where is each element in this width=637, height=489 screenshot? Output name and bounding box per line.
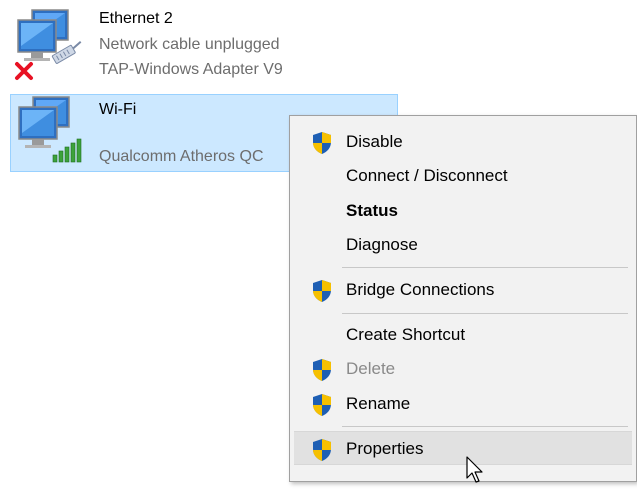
adapter-ethernet-2[interactable]: Ethernet 2 Network cable unplugged TAP-W… [0,0,420,90]
uac-shield-icon [311,358,333,382]
menu-item-label: Diagnose [346,235,418,254]
menu-separator [342,426,628,427]
menu-item-label: Delete [346,359,396,378]
menu-item-label: Bridge Connections [346,280,495,299]
uac-shield-icon [311,393,333,417]
red-x-icon [13,60,35,82]
menu-item-status[interactable]: Status [294,194,632,228]
menu-item-bridge-connections[interactable]: Bridge Connections [294,273,632,307]
menu-item-connect-disconnect[interactable]: Connect / Disconnect [294,159,632,193]
menu-item-label: Disable [346,132,403,151]
adapter-device: TAP-Windows Adapter V9 [99,61,283,78]
mouse-pointer-icon [466,456,486,484]
context-menu: Disable Connect / Disconnect Status Diag… [289,115,637,482]
adapter-status: Network cable unplugged [99,36,280,53]
menu-item-disable[interactable]: Disable [294,125,632,159]
menu-item-create-shortcut[interactable]: Create Shortcut [294,318,632,352]
menu-item-diagnose[interactable]: Diagnose [294,228,632,262]
adapter-device: Qualcomm Atheros QC [99,148,264,165]
menu-item-label: Properties [346,439,424,458]
menu-separator [342,267,628,268]
menu-item-label: Connect / Disconnect [346,166,508,185]
uac-shield-icon [311,131,333,155]
menu-item-label: Create Shortcut [346,325,466,344]
menu-item-properties[interactable]: Properties [294,431,632,465]
signal-bars-icon [51,137,91,163]
menu-item-rename[interactable]: Rename [294,387,632,421]
uac-shield-icon [311,279,333,303]
adapter-name: Wi-Fi [99,101,137,118]
adapter-name: Ethernet 2 [99,10,173,27]
uac-shield-icon [311,438,333,462]
menu-item-delete[interactable]: Delete [294,352,632,386]
menu-item-label: Status [346,201,398,220]
menu-item-label: Rename [346,394,411,413]
menu-separator [342,313,628,314]
